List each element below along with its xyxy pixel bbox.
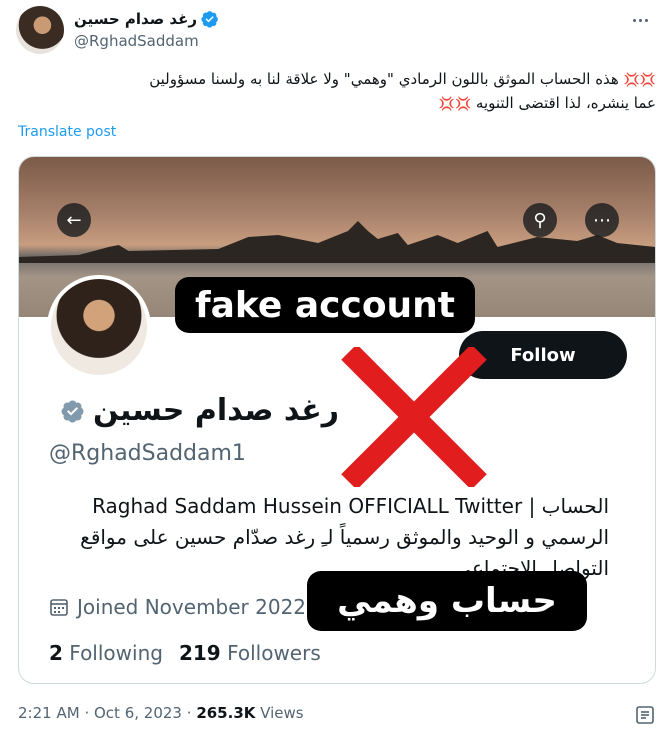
author-name[interactable]: رغد صدام حسين bbox=[74, 10, 197, 28]
verified-badge-icon bbox=[201, 11, 218, 28]
skyline-silhouette bbox=[19, 221, 655, 263]
fake-account-label: fake account bbox=[175, 277, 475, 333]
more-dots-icon[interactable]: ⋯ bbox=[585, 203, 619, 237]
author-avatar[interactable] bbox=[16, 6, 64, 54]
translate-post-link[interactable]: Translate post bbox=[18, 124, 116, 140]
following-stat: 2 Following bbox=[49, 641, 163, 665]
profile-bio-line2: الرسمي و الوحيد والموثق رسمياً لـِ رغد ص… bbox=[80, 525, 609, 549]
joined-text: Joined November 2022 bbox=[77, 595, 307, 619]
calendar-icon bbox=[50, 599, 68, 616]
profile-name-row: رغد صدام حسين bbox=[49, 393, 339, 428]
tweet-meta: 2:21 AM · Oct 6, 2023 · 265.3K Views bbox=[18, 704, 304, 722]
followers-stat: 219 Followers bbox=[178, 641, 321, 665]
tweet-time[interactable]: 2:21 AM bbox=[18, 704, 80, 722]
author-name-row[interactable]: رغد صدام حسين bbox=[74, 10, 219, 28]
tweet-date[interactable]: Oct 6, 2023 bbox=[94, 704, 182, 722]
fake-account-arabic-label: حساب وهمي bbox=[307, 571, 587, 631]
profile-avatar bbox=[47, 275, 151, 379]
tweet-text-line2: عما ينشره، لذا اقتضى التنويه bbox=[475, 94, 656, 112]
tweet-author-header: رغد صدام حسين @RghadSaddam bbox=[16, 6, 656, 56]
analytics-icon[interactable] bbox=[634, 704, 656, 726]
tweet-text-line1: هذه الحساب الموثق باللون الرمادي "وهمي" … bbox=[149, 70, 619, 88]
embedded-screenshot[interactable]: ← ⚲ ⋯ fake account Follow رغد صدام حسين … bbox=[18, 156, 656, 684]
gray-verified-badge-icon bbox=[61, 400, 84, 422]
search-icon[interactable]: ⚲ bbox=[523, 203, 557, 237]
profile-handle: @RghadSaddam1 bbox=[49, 441, 246, 466]
profile-bio-line1: الحساب | Raghad Saddam Hussein OFFICIALL… bbox=[92, 494, 609, 518]
profile-stats: 2 Following 219 Followers bbox=[49, 641, 321, 665]
joined-date: Joined November 2022 bbox=[49, 595, 306, 619]
profile-name: رغد صدام حسين bbox=[93, 393, 339, 428]
more-options-icon[interactable] bbox=[628, 10, 652, 30]
anger-emoji: 💢💢 bbox=[623, 73, 656, 88]
author-handle[interactable]: @RghadSaddam bbox=[74, 32, 199, 50]
tweet-text: 💢💢 هذه الحساب الموثق باللون الرمادي "وهم… bbox=[16, 68, 656, 116]
views-count: 265.3K bbox=[196, 704, 256, 722]
anger-emoji-end: 💢💢 bbox=[438, 97, 472, 112]
back-arrow-icon[interactable]: ← bbox=[57, 203, 91, 237]
views-label: Views bbox=[260, 704, 304, 722]
red-x-icon bbox=[341, 347, 487, 487]
